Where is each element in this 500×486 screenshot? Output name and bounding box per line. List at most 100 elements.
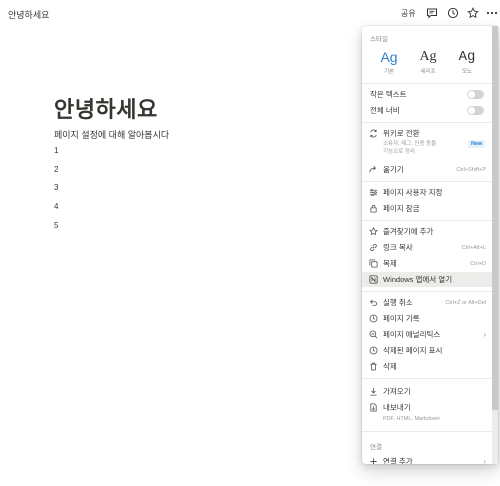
number-list: 1 2 3 4 5 bbox=[54, 146, 58, 239]
font-default-glyph: Ag bbox=[380, 49, 398, 65]
small-text-label: 작은 텍스트 bbox=[370, 90, 407, 99]
style-section-label: 스타일 bbox=[370, 36, 388, 43]
star-outline-icon bbox=[368, 227, 378, 237]
divider bbox=[362, 291, 492, 292]
customize-page-item[interactable]: 페이지 사용자 지정 bbox=[362, 185, 492, 200]
undo-label: 실행 취소 bbox=[383, 298, 413, 307]
clock-icon bbox=[368, 314, 378, 324]
page-text[interactable]: 페이지 설정에 대해 알아봅시다 bbox=[54, 128, 169, 141]
add-connection-item[interactable]: 연결 추가 › bbox=[362, 454, 492, 464]
wiki-description-line: 기능으로 정리 bbox=[383, 149, 415, 155]
page-analytics-item[interactable]: 페이지 애널리틱스 › bbox=[362, 327, 492, 342]
divider bbox=[362, 220, 492, 221]
new-badge: New bbox=[468, 140, 486, 148]
customize-page-label: 페이지 사용자 지정 bbox=[383, 188, 443, 197]
undo-shortcut: Ctrl+Z or Alt+Del bbox=[445, 299, 486, 306]
customize-icon bbox=[368, 188, 378, 198]
divider bbox=[362, 378, 492, 379]
copy-link-shortcut: Ctrl+Alt+L bbox=[461, 244, 486, 251]
connections-section-label: 연결 bbox=[370, 444, 382, 451]
duplicate-shortcut: Ctrl+D bbox=[470, 260, 486, 267]
list-item[interactable]: 2 bbox=[54, 165, 58, 184]
move-label: 옮기기 bbox=[383, 165, 404, 174]
list-item[interactable]: 4 bbox=[54, 202, 58, 221]
open-in-windows-app-item[interactable]: Windows 앱에서 열기 bbox=[362, 272, 492, 287]
export-description: PDF, HTML, Markdown bbox=[383, 416, 440, 422]
full-width-toggle[interactable] bbox=[467, 106, 484, 115]
import-icon bbox=[368, 387, 378, 397]
history-icon[interactable] bbox=[446, 6, 459, 19]
duplicate-label: 복제 bbox=[383, 259, 397, 268]
small-text-toggle-row[interactable]: 작은 텍스트 bbox=[362, 87, 492, 102]
font-serif-glyph: Ag bbox=[419, 49, 437, 64]
wiki-description-line: 소유자, 태그, 인증 등을 bbox=[383, 141, 437, 147]
export-label: 내보내기 bbox=[383, 403, 411, 412]
full-width-label: 전체 너비 bbox=[370, 106, 400, 115]
duplicate-icon bbox=[368, 259, 378, 269]
font-mono-glyph: Ag bbox=[458, 49, 476, 65]
chevron-right-icon: › bbox=[483, 330, 486, 339]
page-history-label: 페이지 기록 bbox=[383, 314, 420, 323]
page-title[interactable]: 안녕하세요 bbox=[54, 92, 158, 124]
divider bbox=[362, 181, 492, 182]
font-serif-option[interactable]: Ag 세리프 bbox=[410, 48, 446, 75]
font-mono-option[interactable]: Ag 모노 bbox=[449, 48, 485, 75]
undo-icon bbox=[368, 298, 378, 308]
undo-item[interactable]: 실행 취소 Ctrl+Z or Alt+Del bbox=[362, 295, 492, 310]
list-item[interactable]: 1 bbox=[54, 146, 58, 165]
page-history-item[interactable]: 페이지 기록 bbox=[362, 311, 492, 326]
delete-item[interactable]: 삭제 bbox=[362, 359, 492, 374]
plus-icon bbox=[368, 457, 378, 464]
import-item[interactable]: 가져오기 bbox=[362, 384, 492, 399]
page-options-menu: 스타일 Ag 기본 Ag 세리프 Ag 모노 작은 텍스트 전체 너비 위키로 bbox=[362, 26, 498, 464]
restore-icon bbox=[368, 346, 378, 356]
export-file-icon bbox=[368, 403, 378, 413]
delete-label: 삭제 bbox=[383, 362, 397, 371]
list-item[interactable]: 3 bbox=[54, 183, 58, 202]
full-width-toggle-row[interactable]: 전체 너비 bbox=[362, 103, 492, 118]
link-icon bbox=[368, 243, 378, 253]
notion-app-icon bbox=[368, 275, 378, 285]
copy-link-label: 링크 복사 bbox=[383, 243, 413, 252]
wiki-convert-icon bbox=[368, 129, 378, 139]
lock-page-item[interactable]: 페이지 잠금 bbox=[362, 201, 492, 216]
analytics-icon bbox=[368, 330, 378, 340]
list-item[interactable]: 5 bbox=[54, 221, 58, 240]
add-connection-label: 연결 추가 bbox=[383, 457, 413, 464]
move-item[interactable]: 옮기기 Ctrl+Shift+P bbox=[362, 162, 492, 177]
font-default-option[interactable]: Ag 기본 bbox=[371, 48, 407, 75]
lock-page-label: 페이지 잠금 bbox=[383, 204, 420, 213]
page-analytics-label: 페이지 애널리틱스 bbox=[383, 330, 441, 339]
convert-to-wiki-label: 위키로 전환 bbox=[383, 129, 420, 138]
divider bbox=[362, 431, 492, 432]
lock-icon bbox=[368, 204, 378, 214]
font-mono-label: 모노 bbox=[461, 69, 473, 75]
small-text-toggle[interactable] bbox=[467, 90, 484, 99]
share-button[interactable]: 공유 bbox=[401, 8, 416, 19]
show-deleted-pages-label: 삭제된 페이지 표시 bbox=[383, 346, 443, 355]
chevron-right-icon: › bbox=[483, 457, 486, 464]
font-serif-label: 세리프 bbox=[420, 69, 436, 75]
move-arrow-icon bbox=[368, 165, 378, 175]
add-favorite-label: 즐겨찾기에 추가 bbox=[383, 227, 434, 236]
more-icon[interactable] bbox=[485, 6, 498, 19]
menu-scrollbar[interactable] bbox=[492, 26, 498, 464]
open-in-windows-app-label: Windows 앱에서 열기 bbox=[383, 275, 453, 284]
import-label: 가져오기 bbox=[383, 387, 411, 396]
move-shortcut: Ctrl+Shift+P bbox=[456, 166, 486, 173]
comment-icon[interactable] bbox=[425, 6, 438, 19]
export-item[interactable]: 내보내기 bbox=[362, 400, 492, 415]
star-icon[interactable] bbox=[466, 6, 479, 19]
show-deleted-pages-item[interactable]: 삭제된 페이지 표시 bbox=[362, 343, 492, 358]
duplicate-item[interactable]: 복제 Ctrl+D bbox=[362, 256, 492, 271]
copy-link-item[interactable]: 링크 복사 Ctrl+Alt+L bbox=[362, 240, 492, 255]
wiki-description: 소유자, 태그, 인증 등을 기능으로 정리 bbox=[383, 140, 436, 156]
breadcrumb-page[interactable]: 안녕하세요 bbox=[8, 8, 49, 21]
font-default-label: 기본 bbox=[383, 69, 395, 75]
convert-to-wiki-item[interactable]: 위키로 전환 bbox=[362, 126, 492, 141]
menu-scrollbar-thumb[interactable] bbox=[492, 26, 498, 410]
add-favorite-item[interactable]: 즐겨찾기에 추가 bbox=[362, 224, 492, 239]
trash-icon bbox=[368, 362, 378, 372]
divider bbox=[362, 83, 492, 84]
top-bar: 안녕하세요 공유 bbox=[0, 0, 500, 26]
